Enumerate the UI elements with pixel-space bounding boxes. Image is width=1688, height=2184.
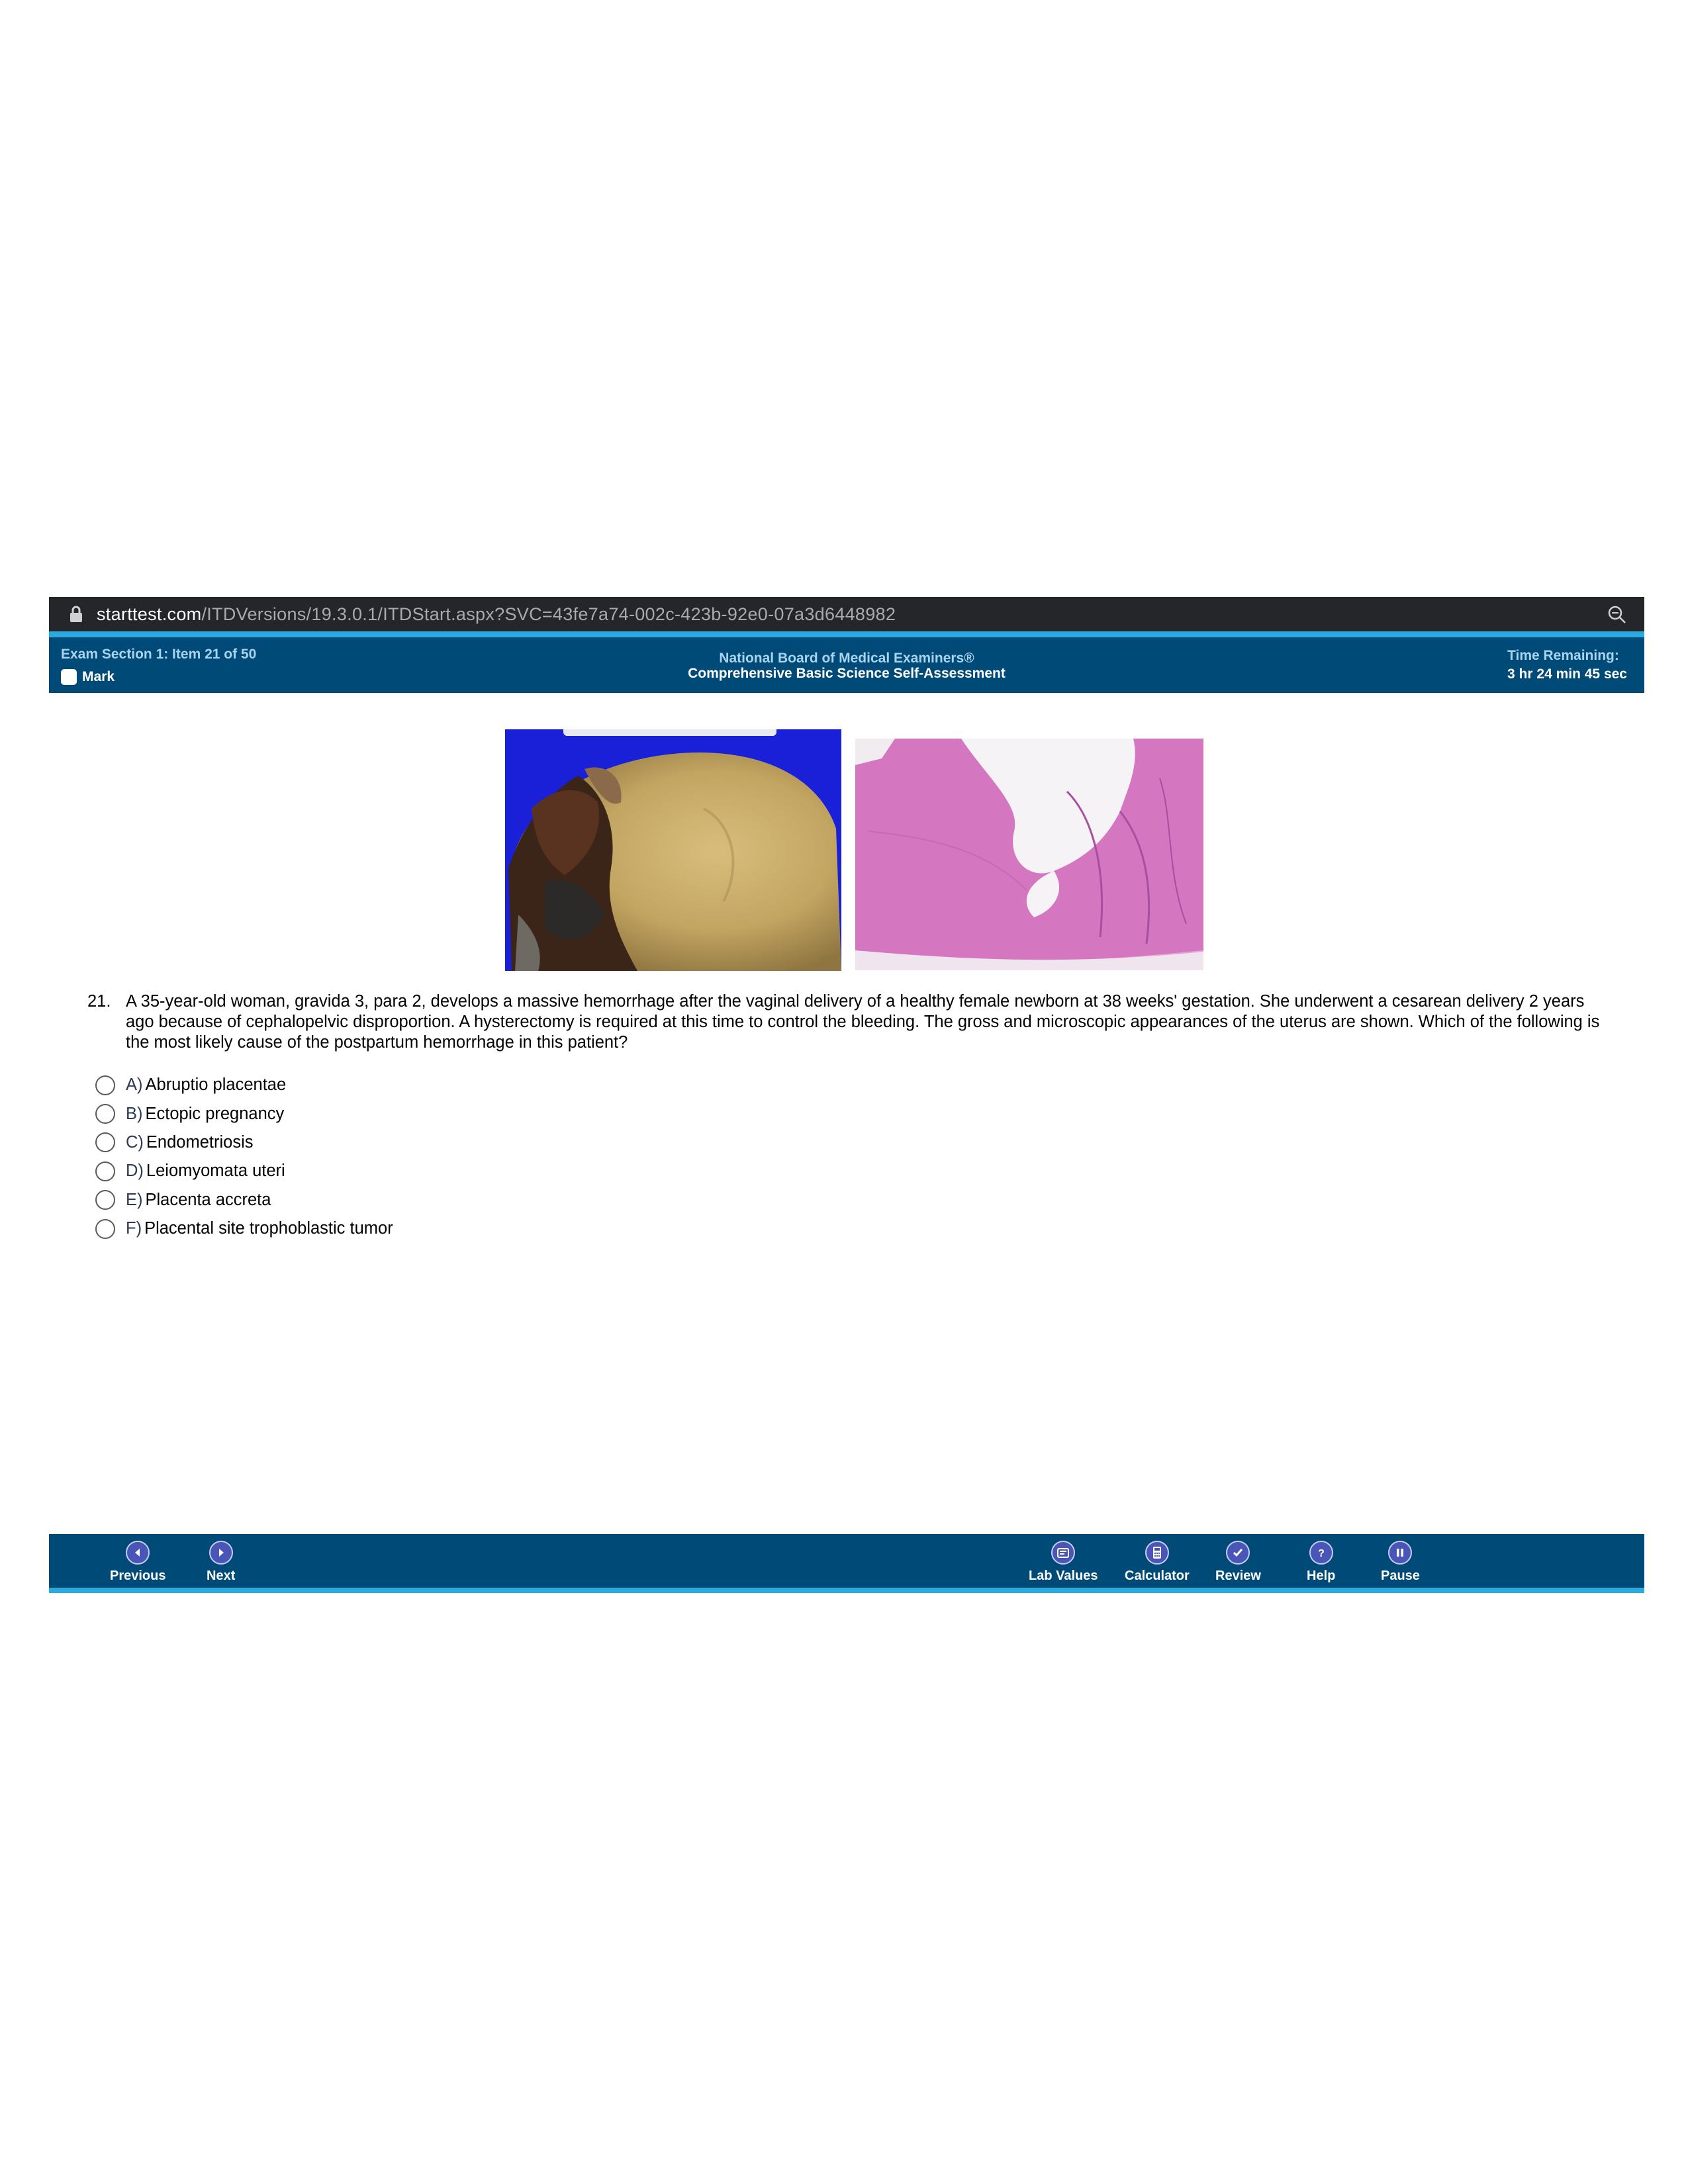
gross-uterus-image — [505, 729, 841, 971]
option-letter: B) — [126, 1104, 143, 1123]
option-letter: A) — [126, 1075, 143, 1095]
question-number: 21. — [87, 992, 111, 1011]
bottom-toolbar: Previous Next Lab Values Calculator Revi… — [49, 1534, 1644, 1588]
pause-label: Pause — [1381, 1569, 1420, 1583]
url-domain: starttest.com — [97, 604, 202, 624]
radio-button[interactable] — [95, 1075, 115, 1095]
arrow-left-icon — [126, 1541, 150, 1565]
option-text: Placental site trophoblastic tumor — [144, 1219, 393, 1238]
help-button[interactable]: ? Help — [1307, 1541, 1335, 1584]
radio-button[interactable] — [95, 1104, 115, 1124]
header-accent-bar — [49, 631, 1644, 637]
arrow-right-icon — [209, 1541, 233, 1565]
answer-options: A) Abruptio placentae B) Ectopic pregnan… — [95, 1071, 393, 1243]
answer-option-a[interactable]: A) Abruptio placentae — [95, 1071, 393, 1099]
lab-values-icon — [1051, 1541, 1076, 1565]
review-button[interactable]: Review — [1215, 1541, 1261, 1584]
pause-icon — [1388, 1541, 1413, 1565]
calculator-icon — [1145, 1541, 1169, 1565]
question-stem: 21. A 35-year-old woman, gravida 3, para… — [87, 991, 1617, 1053]
review-label: Review — [1215, 1569, 1261, 1583]
radio-button[interactable] — [95, 1132, 115, 1153]
lab-values-label: Lab Values — [1029, 1569, 1098, 1583]
answer-option-f[interactable]: F) Placental site trophoblastic tumor — [95, 1214, 393, 1243]
option-letter: C) — [126, 1132, 144, 1152]
radio-button[interactable] — [95, 1190, 115, 1210]
browser-url-bar[interactable]: starttest.com/ITDVersions/19.3.0.1/ITDSt… — [49, 597, 1644, 631]
calculator-label: Calculator — [1125, 1569, 1190, 1583]
exam-title: Comprehensive Basic Science Self-Assessm… — [688, 666, 1006, 681]
calculator-button[interactable]: Calculator — [1125, 1541, 1190, 1584]
radio-button[interactable] — [95, 1218, 115, 1239]
image-tab — [563, 729, 776, 736]
next-button[interactable]: Next — [207, 1541, 235, 1584]
url-path: /ITDVersions/19.3.0.1/ITDStart.aspx?SVC=… — [201, 604, 896, 624]
time-remaining-label: Time Remaining: — [1507, 648, 1619, 663]
previous-button[interactable]: Previous — [110, 1541, 165, 1584]
option-text: Leiomyomata uteri — [146, 1161, 285, 1181]
radio-button[interactable] — [95, 1161, 115, 1181]
option-letter: D) — [126, 1161, 144, 1181]
answer-option-e[interactable]: E) Placenta accreta — [95, 1186, 393, 1214]
url-text[interactable]: starttest.com/ITDVersions/19.3.0.1/ITDSt… — [97, 604, 896, 625]
previous-label: Previous — [110, 1569, 166, 1583]
exam-header: Exam Section 1: Item 21 of 50 Mark Natio… — [49, 637, 1644, 693]
pause-button[interactable]: Pause — [1381, 1541, 1420, 1584]
help-icon: ? — [1309, 1541, 1333, 1565]
answer-option-d[interactable]: D) Leiomyomata uteri — [95, 1157, 393, 1185]
lab-values-button[interactable]: Lab Values — [1029, 1541, 1098, 1584]
option-text: Abruptio placentae — [145, 1075, 287, 1095]
checkmark-icon — [1226, 1541, 1250, 1565]
footer-accent-bar — [49, 1588, 1644, 1593]
option-letter: E) — [126, 1190, 143, 1209]
next-label: Next — [207, 1569, 236, 1583]
zoom-icon[interactable] — [1607, 605, 1627, 625]
answer-option-c[interactable]: C) Endometriosis — [95, 1128, 393, 1157]
option-text: Endometriosis — [146, 1132, 254, 1152]
time-remaining-value: 3 hr 24 min 45 sec — [1507, 666, 1627, 682]
option-text: Placenta accreta — [145, 1190, 271, 1209]
organization-name: National Board of Medical Examiners® — [719, 651, 974, 666]
option-text: Ectopic pregnancy — [145, 1104, 285, 1123]
option-letter: F) — [126, 1219, 142, 1238]
lock-icon — [69, 605, 83, 623]
svg-text:?: ? — [1318, 1548, 1325, 1559]
question-text: A 35-year-old woman, gravida 3, para 2, … — [126, 992, 1600, 1052]
help-label: Help — [1307, 1569, 1336, 1583]
microscopic-histology-image — [855, 739, 1203, 970]
answer-option-b[interactable]: B) Ectopic pregnancy — [95, 1099, 393, 1128]
